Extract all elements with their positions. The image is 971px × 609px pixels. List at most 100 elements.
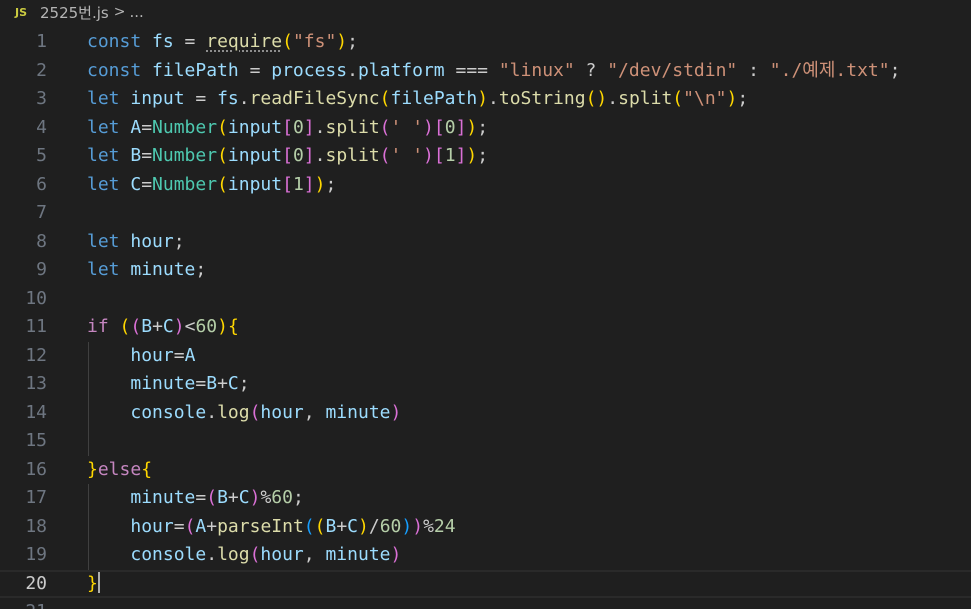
line-code: minute=(B+C)%60;	[87, 484, 304, 513]
code-line[interactable]: 9 let minute;	[0, 256, 971, 285]
line-number: 4	[36, 116, 47, 138]
chevron-right-icon: >	[113, 4, 126, 20]
code-line[interactable]: 8 let hour;	[0, 228, 971, 257]
code-token: 60	[195, 316, 218, 337]
line-number: 3	[36, 88, 47, 109]
code-token: const	[87, 31, 142, 52]
code-token: ;	[477, 116, 489, 138]
line-number: 15	[25, 430, 47, 451]
line-code: let minute;	[87, 256, 206, 285]
code-token: )	[423, 145, 434, 166]
line-number: 17	[25, 487, 47, 508]
code-line[interactable]: 18 hour=(A+parseInt((B+C)/60))%24	[0, 513, 971, 542]
code-token: ;	[238, 373, 250, 394]
code-line[interactable]: 5 let B=Number(input[0].split(' ')[1]);	[0, 142, 971, 171]
code-token: filePath	[152, 59, 239, 81]
code-line[interactable]: 2 const filePath = process.platform === "…	[0, 57, 971, 86]
line-code: hour=A	[87, 342, 195, 371]
line-number: 19	[25, 544, 47, 565]
code-token: B	[206, 373, 218, 394]
code-line[interactable]: 1 const fs = require("fs");	[0, 28, 971, 57]
line-number: 6	[36, 173, 47, 195]
code-token: =	[195, 373, 207, 394]
line-code: let C=Number(input[1]);	[87, 171, 336, 200]
code-token: let	[87, 173, 120, 195]
code-line[interactable]: 6 let C=Number(input[1]);	[0, 171, 971, 200]
code-token: fs	[152, 31, 174, 52]
code-token: C	[238, 487, 250, 508]
code-token: log	[217, 544, 250, 565]
code-token: minute	[325, 544, 391, 565]
code-line[interactable]: 19 console.log(hour, minute)	[0, 541, 971, 570]
code-token: /	[368, 515, 380, 537]
code-token: A	[184, 344, 196, 366]
code-area[interactable]: 1 const fs = require("fs"); 2 const filePat…	[0, 28, 971, 609]
code-token: (	[184, 515, 196, 537]
code-token: log	[217, 401, 250, 423]
indent-guide	[88, 341, 89, 456]
code-line[interactable]: 11 if ((B+C)<60){	[0, 313, 971, 342]
code-token: )	[314, 173, 326, 195]
code-token: split	[618, 88, 673, 109]
code-token: "linux"	[498, 59, 575, 81]
code-editor[interactable]: JS 2525번.js > ... 1 const fs = require("f…	[0, 0, 971, 609]
code-token: %	[423, 515, 434, 537]
code-token: input	[130, 88, 185, 109]
code-line[interactable]: 3 let input = fs.readFileSync(filePath).t…	[0, 85, 971, 114]
code-token: <	[184, 316, 196, 337]
code-token: =	[238, 59, 272, 81]
code-token: )	[173, 316, 185, 337]
code-token: 0	[444, 116, 456, 138]
code-line[interactable]: 21	[0, 598, 971, 609]
code-token: hour	[130, 515, 174, 537]
code-token: [	[282, 145, 293, 166]
code-token: .	[488, 88, 499, 109]
code-token: )	[423, 116, 434, 138]
code-line[interactable]: 13 minute=B+C;	[0, 370, 971, 399]
code-token: )	[249, 487, 261, 508]
code-token: )	[412, 515, 424, 537]
code-token: hour	[130, 230, 174, 252]
code-line[interactable]: 12 hour=A	[0, 342, 971, 371]
code-line[interactable]: 15	[0, 427, 971, 456]
code-line[interactable]: 14 console.log(hour, minute)	[0, 399, 971, 428]
code-token: let	[87, 230, 120, 252]
line-code: if ((B+C)<60){	[87, 313, 239, 342]
code-token: )	[390, 544, 402, 565]
code-token: .	[314, 145, 326, 166]
breadcrumb-file-name[interactable]: 2525번.js	[40, 2, 109, 23]
code-token: readFileSync	[249, 88, 380, 109]
code-token: 0	[292, 116, 304, 138]
code-token: 60	[271, 487, 293, 508]
code-line[interactable]: 4 let A=Number(input[0].split(' ')[0]);	[0, 114, 971, 143]
code-token: ===	[444, 59, 499, 81]
code-line[interactable]: 17 minute=(B+C)%60;	[0, 484, 971, 513]
code-token: =	[141, 116, 153, 138]
code-token: A	[130, 116, 142, 138]
breadcrumb-more[interactable]: ...	[129, 3, 143, 21]
code-token: ' '	[390, 145, 424, 166]
line-number: 14	[25, 401, 47, 423]
code-token: )	[401, 515, 413, 537]
code-token: "fs"	[292, 31, 337, 52]
code-token: C	[227, 373, 239, 394]
code-token: ;	[292, 487, 304, 508]
code-token: if	[87, 316, 109, 337]
code-line[interactable]: 10	[0, 285, 971, 314]
line-code: const fs = require("fs");	[87, 28, 358, 57]
code-token: =	[173, 344, 185, 366]
code-line[interactable]: 7	[0, 199, 971, 228]
code-line[interactable]: 20}	[0, 569, 971, 598]
code-token: )	[217, 316, 228, 337]
code-token: ()	[585, 88, 608, 109]
code-token: (	[379, 116, 391, 138]
line-code: }	[87, 571, 100, 597]
code-line[interactable]: 16}else{	[0, 456, 971, 485]
line-code: let A=Number(input[0].split(' ')[0]);	[87, 114, 488, 143]
